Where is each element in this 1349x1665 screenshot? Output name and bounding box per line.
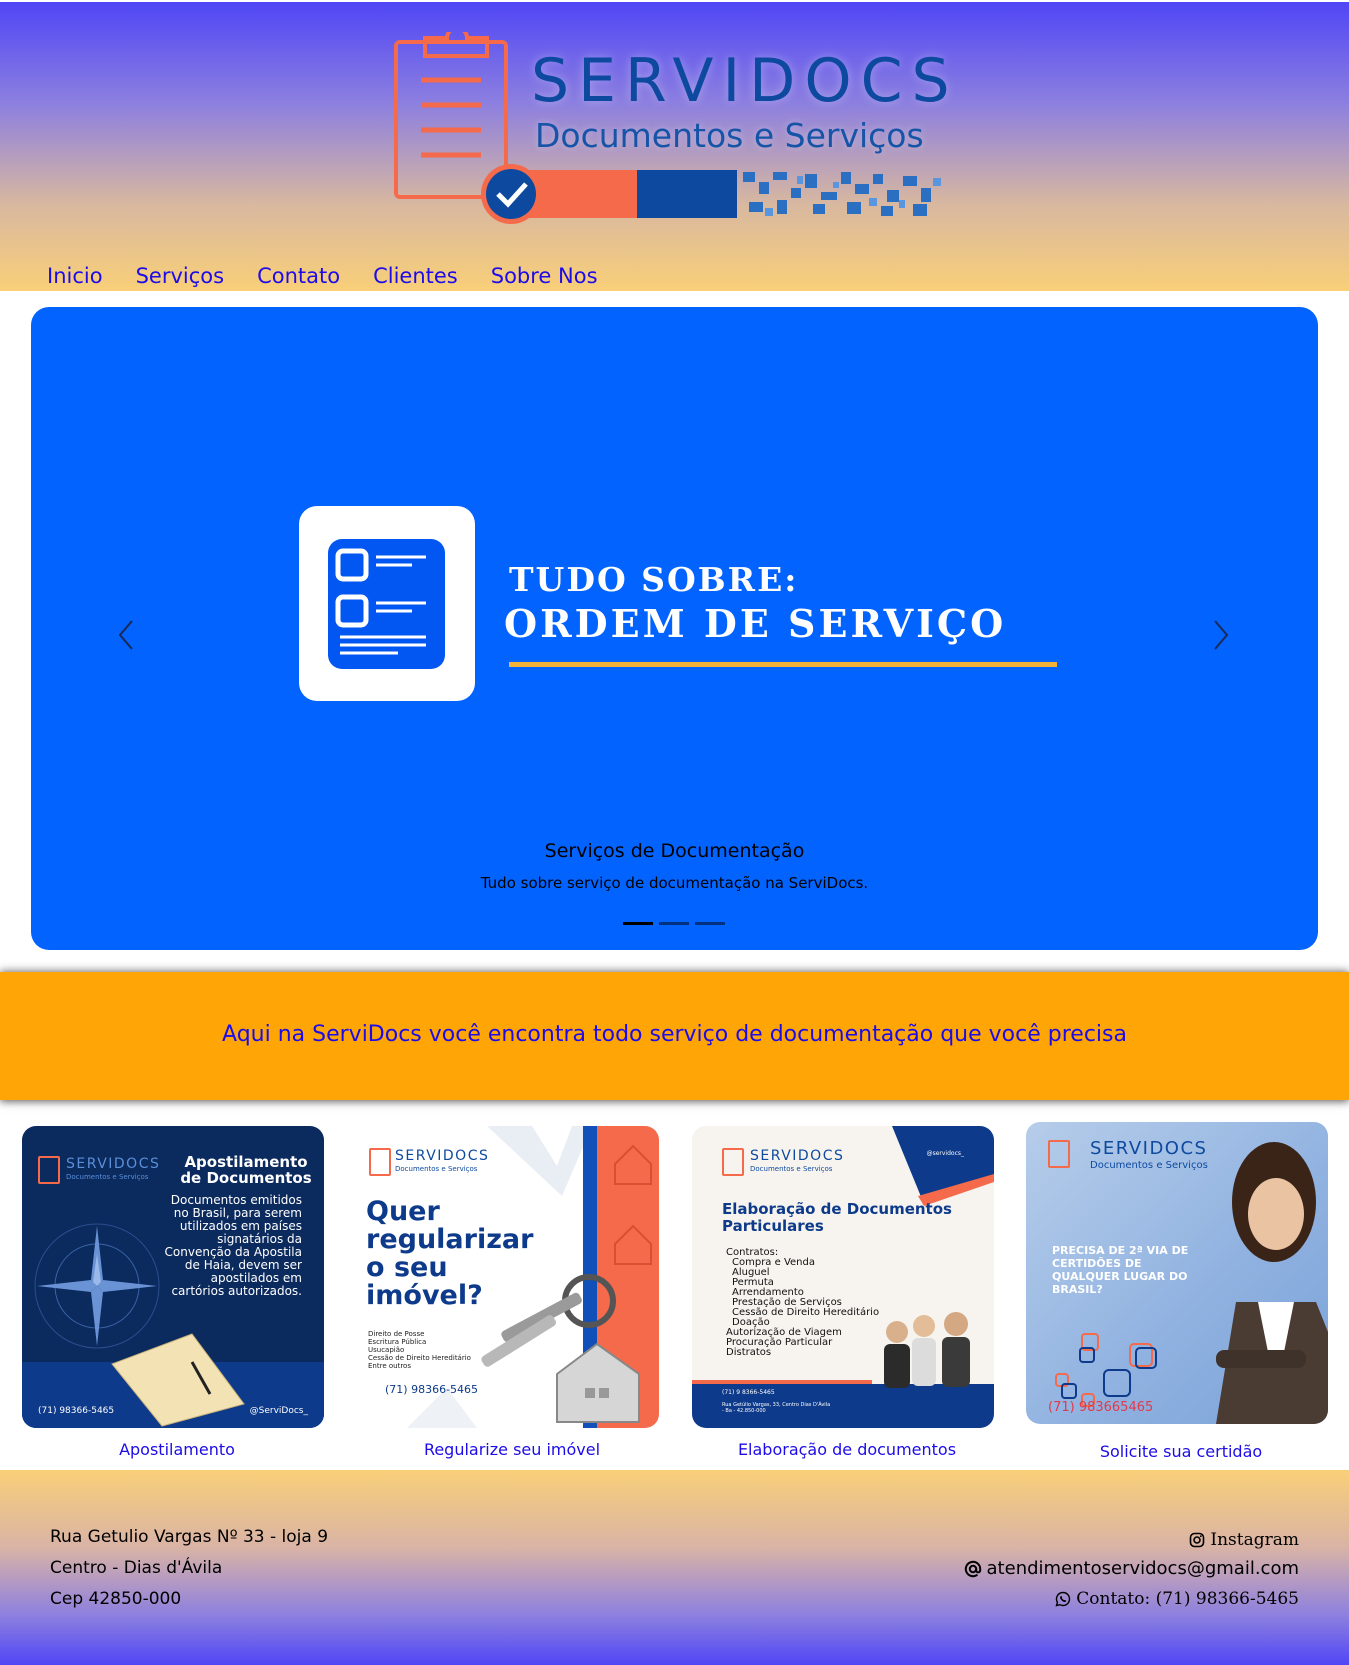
address-line3: Cep 42850-000	[50, 1589, 182, 1609]
nav-clientes[interactable]: Clientes	[373, 264, 458, 288]
slide-heading-line2: ORDEM DE SERVIÇO	[504, 601, 1007, 646]
brand-name: SERVIDOCS	[531, 46, 959, 116]
card-title: Apostilamento de Documentos	[180, 1153, 312, 1187]
main-nav: Inicio Serviços Contato Clientes Sobre N…	[47, 264, 631, 288]
card-item: Entre outros	[368, 1362, 411, 1370]
instagram-icon	[1190, 1532, 1205, 1548]
brand-tagline: Documentos e Serviços	[535, 116, 924, 155]
email-link[interactable]: atendimentoservidocs@gmail.com	[964, 1558, 1299, 1579]
card-brand-name: SERVIDOCS	[395, 1148, 490, 1164]
at-sign-icon	[964, 1560, 981, 1577]
clipboard-icon	[38, 1156, 60, 1184]
brand-logo[interactable]: SERVIDOCS Documentos e Serviços	[393, 32, 965, 227]
card-phone: (71) 98366-5465	[385, 1383, 479, 1396]
address-line2: Centro - Dias d'Ávila	[50, 1558, 223, 1578]
carousel-prev-button[interactable]	[112, 615, 140, 655]
card-phone: (71) 98366-5465	[38, 1406, 115, 1416]
info-banner: Aqui na ServiDocs você encontra todo ser…	[0, 972, 1349, 1100]
card-phone: (71) 983665465	[1048, 1400, 1154, 1415]
address-line1: Rua Getulio Vargas Nº 33 - loja 9	[50, 1527, 329, 1547]
card-item: Escritura Pública	[368, 1338, 427, 1346]
card-handle: @ServiDocs_	[249, 1406, 308, 1416]
card-brand-tagline: Documentos e Serviços	[395, 1165, 478, 1173]
service-card-apostilamento[interactable]: SERVIDOCS Documentos e Serviços Apostila…	[22, 1126, 324, 1428]
slide-underline	[509, 662, 1057, 667]
chevron-right-icon	[1214, 620, 1229, 650]
card-items: Contratos: Compra e Venda Aluguel Permut…	[726, 1248, 879, 1358]
checklist-icon	[328, 539, 445, 669]
card-brand-tagline: Documentos e Serviços	[66, 1173, 149, 1181]
clipboard-icon	[1048, 1140, 1070, 1168]
nav-inicio[interactable]: Inicio	[47, 264, 103, 288]
card-address: Rua Getúlio Vargas, 33, Centro Dias D'Áv…	[722, 1402, 831, 1414]
card-body: Documentos emitidos no Brasil, para sere…	[164, 1193, 302, 1298]
card-brand-name: SERVIDOCS	[66, 1156, 161, 1172]
card-brand-name: SERVIDOCS	[750, 1148, 845, 1164]
card-handle: @servidocs_	[926, 1150, 964, 1157]
slide-icon-box	[299, 506, 475, 701]
nav-sobre-nos[interactable]: Sobre Nos	[491, 264, 598, 288]
site-footer: Rua Getulio Vargas Nº 33 - loja 9 Centro…	[0, 1470, 1349, 1665]
service-card-elaboracao[interactable]: SERVIDOCS Documentos e Serviços @servido…	[692, 1126, 994, 1428]
phone-contact: Contato: (71) 98366-5465	[1076, 1589, 1299, 1609]
card-title: Quer regularizar o seu imóvel?	[366, 1196, 534, 1311]
card-item: Usucapião	[368, 1346, 405, 1354]
service-card-regularize[interactable]: SERVIDOCS Documentos e Serviços Quer reg…	[357, 1126, 659, 1428]
nav-servicos[interactable]: Serviços	[136, 264, 224, 288]
clipboard-icon	[369, 1148, 391, 1176]
carousel-indicators	[623, 922, 725, 925]
whatsapp-icon	[1055, 1591, 1071, 1607]
instagram-label: Instagram	[1210, 1530, 1299, 1550]
card-item: Cessão de Direito Hereditário	[368, 1354, 471, 1362]
banner-text: Aqui na ServiDocs você encontra todo ser…	[222, 1022, 1127, 1047]
email-address: atendimentoservidocs@gmail.com	[986, 1558, 1299, 1579]
nav-contato[interactable]: Contato	[257, 264, 340, 288]
card-item: Direito de Posse	[368, 1330, 425, 1338]
site-header: SERVIDOCS Documentos e Serviços Inicio S…	[0, 0, 1349, 291]
card-brand-name: SERVIDOCS	[1090, 1138, 1208, 1159]
carousel-caption-text: Tudo sobre serviço de documentação na Se…	[480, 874, 869, 892]
service-card-certidao[interactable]: SERVIDOCS Documentos e Serviços PRECISA …	[1026, 1122, 1328, 1424]
service-link-apostilamento[interactable]: Apostilamento	[22, 1440, 332, 1459]
clipboard-icon	[722, 1148, 744, 1176]
hero-carousel: TUDO SOBRE: ORDEM DE SERVIÇO Serviços de…	[31, 307, 1318, 950]
instagram-link[interactable]: Instagram	[1189, 1530, 1299, 1550]
card-item: Distratos	[726, 1347, 772, 1358]
card-brand-tagline: Documentos e Serviços	[750, 1165, 833, 1173]
whatsapp-link[interactable]: Contato: (71) 98366-5465	[1055, 1589, 1299, 1609]
card-phone: (71) 9 8366-5465	[722, 1389, 775, 1396]
slide-heading-line1: TUDO SOBRE:	[509, 560, 799, 599]
carousel-next-button[interactable]	[1207, 615, 1235, 655]
chevron-left-icon	[118, 620, 133, 650]
carousel-indicator[interactable]	[695, 922, 725, 925]
card-title: Elaboração de Documentos Particulares	[722, 1200, 952, 1235]
carousel-caption-title: Serviços de Documentação	[544, 840, 805, 862]
card-brand-tagline: Documentos e Serviços	[1090, 1160, 1208, 1171]
service-link-regularize[interactable]: Regularize seu imóvel	[357, 1440, 667, 1459]
carousel-indicator[interactable]	[623, 922, 653, 925]
service-link-certidao[interactable]: Solicite sua certidão	[1026, 1442, 1336, 1461]
card-title: PRECISA DE 2ª VIA DE CERTIDÕES DE QUALQU…	[1052, 1244, 1189, 1296]
card-items: Direito de Posse Escritura Pública Usuca…	[368, 1330, 471, 1370]
service-link-elaboracao[interactable]: Elaboração de documentos	[692, 1440, 1002, 1459]
carousel-indicator[interactable]	[659, 922, 689, 925]
